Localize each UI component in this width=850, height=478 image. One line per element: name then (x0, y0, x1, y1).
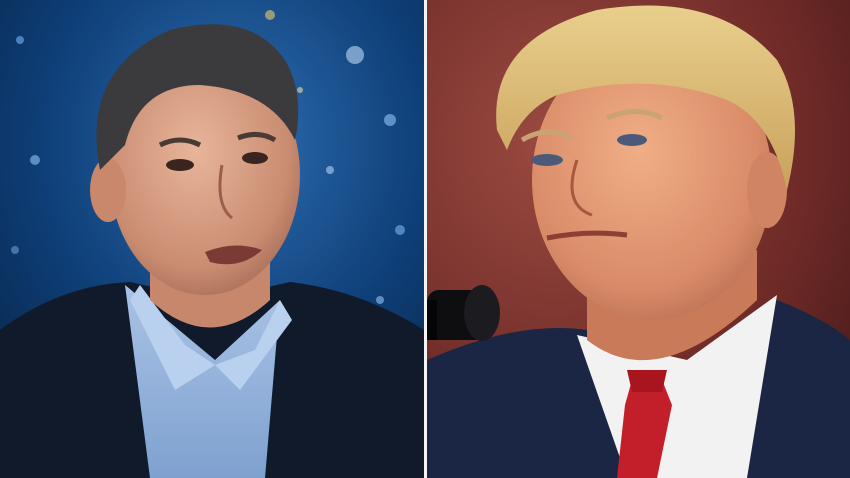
left-photo-panel (0, 0, 424, 478)
split-photo (0, 0, 850, 478)
right-tie-knot (627, 370, 667, 392)
right-portrait-illustration (427, 0, 850, 478)
right-eye-1 (531, 154, 563, 166)
microphone-icon (427, 285, 500, 341)
left-eye-1 (166, 159, 194, 171)
left-portrait-illustration (0, 0, 424, 478)
left-ear (90, 158, 126, 222)
right-eye-2 (617, 134, 647, 146)
left-eye-2 (242, 152, 268, 164)
right-photo-panel (427, 0, 850, 478)
